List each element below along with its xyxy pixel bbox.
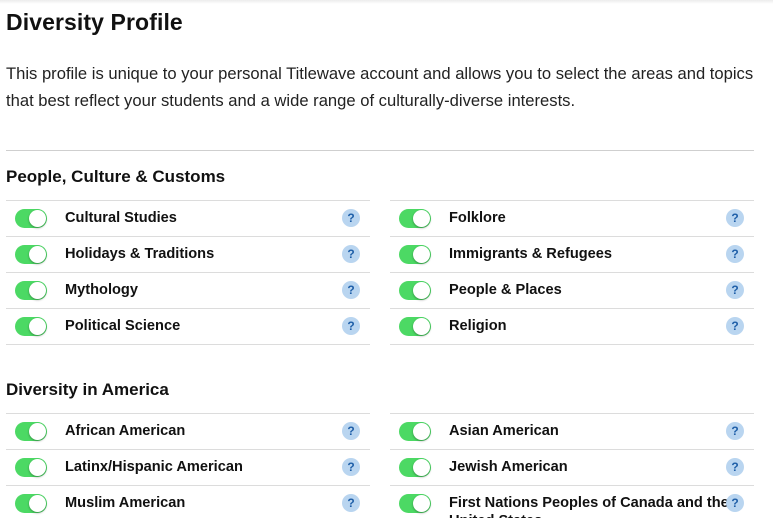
question-mark-icon[interactable]: ? bbox=[726, 458, 744, 476]
intro-text: This profile is unique to your personal … bbox=[6, 64, 754, 110]
section-divider bbox=[6, 150, 754, 151]
toggle-label: Immigrants & Refugees bbox=[449, 246, 613, 262]
toggle-switch-icon[interactable] bbox=[15, 494, 47, 513]
question-mark-icon[interactable]: ? bbox=[726, 245, 744, 263]
toggle-label: African American bbox=[65, 423, 186, 439]
question-mark-icon[interactable]: ? bbox=[342, 281, 360, 299]
toggle-row-cultural-studies[interactable]: Cultural Studies ? bbox=[6, 200, 370, 236]
toggle-row-african-american[interactable]: African American ? bbox=[6, 413, 370, 449]
toggle-row-jewish-american[interactable]: Jewish American ? bbox=[390, 449, 754, 485]
toggle-knob bbox=[413, 495, 430, 512]
question-mark-icon[interactable]: ? bbox=[342, 209, 360, 227]
toggle-row-folklore[interactable]: Folklore ? bbox=[390, 200, 754, 236]
toggle-label: First Nations Peoples of Canada and the … bbox=[449, 495, 729, 518]
toggle-label: Holidays & Traditions bbox=[65, 246, 215, 262]
toggle-switch-icon[interactable] bbox=[15, 245, 47, 264]
toggle-switch-icon[interactable] bbox=[15, 209, 47, 228]
question-mark-icon[interactable]: ? bbox=[342, 458, 360, 476]
question-mark-icon[interactable]: ? bbox=[342, 422, 360, 440]
toggle-label: Folklore bbox=[449, 210, 506, 226]
question-mark-icon[interactable]: ? bbox=[342, 245, 360, 263]
top-shadow bbox=[0, 0, 773, 4]
toggle-switch-icon[interactable] bbox=[399, 281, 431, 300]
toggle-label: Cultural Studies bbox=[65, 210, 177, 226]
toggle-switch-icon[interactable] bbox=[399, 317, 431, 336]
toggle-knob bbox=[29, 459, 46, 476]
toggle-switch-icon[interactable] bbox=[399, 209, 431, 228]
toggle-knob bbox=[413, 318, 430, 335]
toggle-label: Latinx/Hispanic American bbox=[65, 459, 243, 475]
diversity-profile-page: Diversity Profile This profile is unique… bbox=[0, 0, 773, 518]
question-mark-icon[interactable]: ? bbox=[726, 317, 744, 335]
question-mark-icon[interactable]: ? bbox=[726, 494, 744, 512]
toggle-label: Political Science bbox=[65, 318, 181, 334]
section-grid-people-culture-customs: Cultural Studies ? Folklore ? Holidays &… bbox=[6, 200, 754, 345]
toggle-row-muslim-american[interactable]: Muslim American ? bbox=[6, 485, 370, 518]
question-mark-icon[interactable]: ? bbox=[726, 422, 744, 440]
toggle-label: Muslim American bbox=[65, 495, 186, 511]
toggle-row-political-science[interactable]: Political Science ? bbox=[6, 308, 370, 345]
question-mark-icon[interactable]: ? bbox=[726, 281, 744, 299]
toggle-label: Jewish American bbox=[449, 459, 568, 475]
toggle-knob bbox=[29, 246, 46, 263]
toggle-switch-icon[interactable] bbox=[399, 458, 431, 477]
section-title-diversity-in-america: Diversity in America bbox=[6, 380, 169, 399]
toggle-knob bbox=[413, 210, 430, 227]
section-grid-diversity-in-america: African American ? Asian American ? Lati… bbox=[6, 413, 754, 518]
toggle-knob bbox=[29, 423, 46, 440]
toggle-switch-icon[interactable] bbox=[399, 245, 431, 264]
question-mark-icon[interactable]: ? bbox=[726, 209, 744, 227]
toggle-switch-icon[interactable] bbox=[15, 317, 47, 336]
toggle-row-religion[interactable]: Religion ? bbox=[390, 308, 754, 345]
question-mark-icon[interactable]: ? bbox=[342, 494, 360, 512]
toggle-label: People & Places bbox=[449, 282, 562, 298]
toggle-knob bbox=[413, 423, 430, 440]
question-mark-icon[interactable]: ? bbox=[342, 317, 360, 335]
toggle-knob bbox=[29, 318, 46, 335]
toggle-row-immigrants-refugees[interactable]: Immigrants & Refugees ? bbox=[390, 236, 754, 272]
toggle-row-mythology[interactable]: Mythology ? bbox=[6, 272, 370, 308]
toggle-row-latinx-hispanic-american[interactable]: Latinx/Hispanic American ? bbox=[6, 449, 370, 485]
toggle-row-people-places[interactable]: People & Places ? bbox=[390, 272, 754, 308]
toggle-switch-icon[interactable] bbox=[15, 422, 47, 441]
page-title: Diversity Profile bbox=[6, 9, 183, 35]
toggle-knob bbox=[29, 495, 46, 512]
toggle-knob bbox=[413, 282, 430, 299]
section-title-people-culture-customs: People, Culture & Customs bbox=[6, 167, 226, 186]
toggle-label: Mythology bbox=[65, 282, 138, 298]
toggle-switch-icon[interactable] bbox=[399, 494, 431, 513]
toggle-row-first-nations-peoples[interactable]: First Nations Peoples of Canada and the … bbox=[390, 485, 754, 518]
toggle-label: Asian American bbox=[449, 423, 559, 439]
toggle-switch-icon[interactable] bbox=[399, 422, 431, 441]
toggle-label: Religion bbox=[449, 318, 507, 334]
toggle-knob bbox=[29, 210, 46, 227]
toggle-switch-icon[interactable] bbox=[15, 458, 47, 477]
toggle-row-holidays-traditions[interactable]: Holidays & Traditions ? bbox=[6, 236, 370, 272]
toggle-knob bbox=[413, 459, 430, 476]
toggle-knob bbox=[29, 282, 46, 299]
toggle-knob bbox=[413, 246, 430, 263]
toggle-row-asian-american[interactable]: Asian American ? bbox=[390, 413, 754, 449]
toggle-switch-icon[interactable] bbox=[15, 281, 47, 300]
